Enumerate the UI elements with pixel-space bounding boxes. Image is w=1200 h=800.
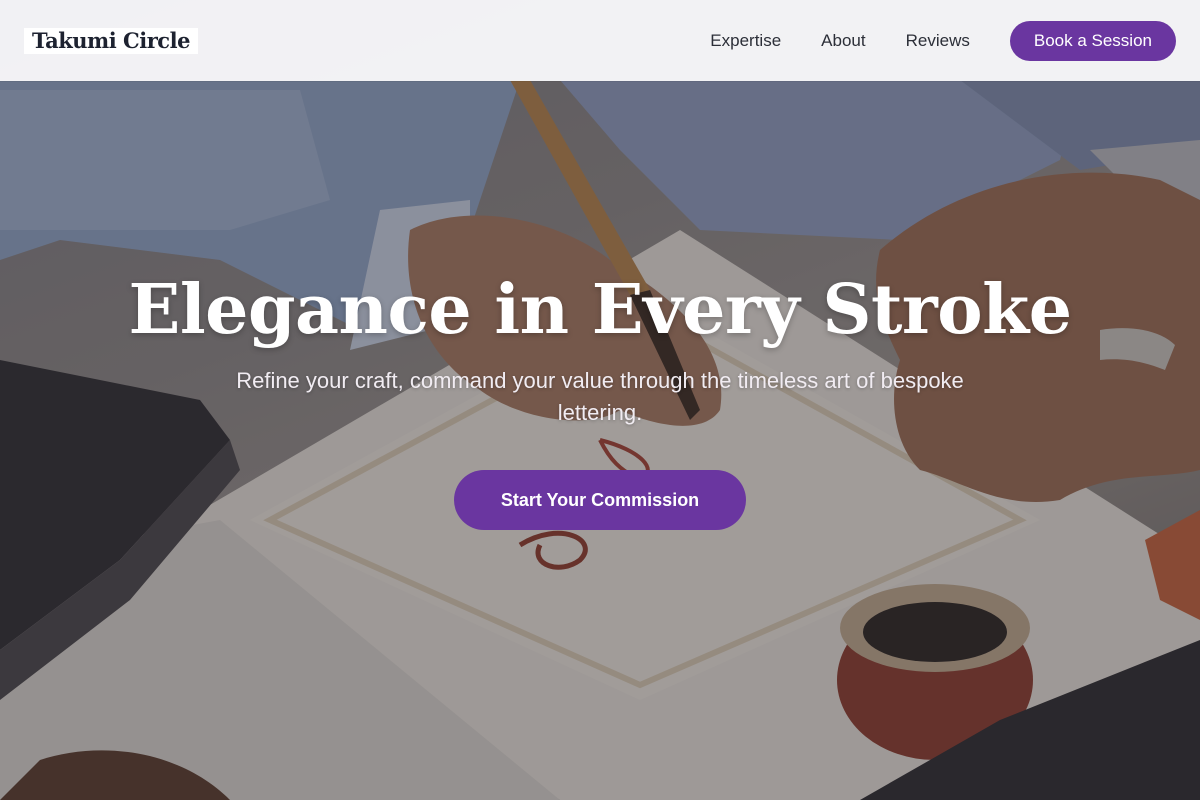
nav-link-reviews[interactable]: Reviews	[906, 31, 970, 51]
start-commission-button[interactable]: Start Your Commission	[454, 470, 746, 530]
nav-link-about[interactable]: About	[821, 31, 865, 51]
site-header: Takumi Circle Expertise About Reviews Bo…	[0, 0, 1200, 81]
book-session-button[interactable]: Book a Session	[1009, 20, 1176, 61]
nav-link-expertise[interactable]: Expertise	[710, 31, 781, 51]
hero-headline: Elegance in Every Stroke	[128, 270, 1072, 350]
site-logo[interactable]: Takumi Circle	[24, 27, 198, 54]
main-nav: Expertise About Reviews Book a Session	[710, 20, 1176, 61]
hero-section: Elegance in Every Stroke Refine your cra…	[0, 0, 1200, 800]
hero-subheadline: Refine your craft, command your value th…	[236, 368, 964, 425]
